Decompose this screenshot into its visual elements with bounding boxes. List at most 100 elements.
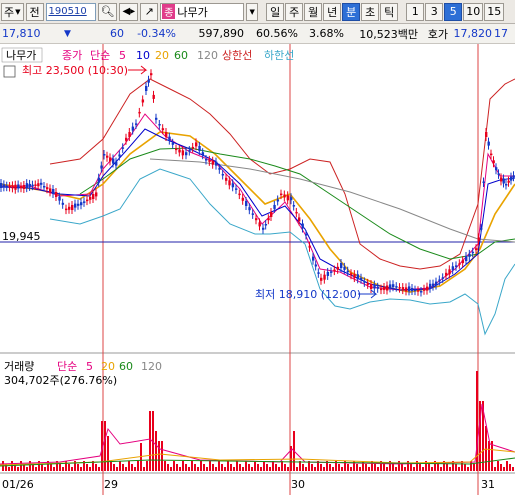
volume-bar bbox=[365, 464, 367, 471]
chart-area[interactable]: 나무가 종가 단순 5 10 20 60 120 상한선 하한선 최고 23,5… bbox=[0, 44, 515, 495]
volume-bar bbox=[218, 461, 220, 471]
candle-body bbox=[468, 253, 471, 257]
price-legend-ma-type: 단순 bbox=[90, 49, 110, 62]
volume-bar bbox=[455, 464, 457, 471]
market-select[interactable]: 주 ▼ bbox=[1, 2, 24, 21]
period-button-3[interactable]: 년 bbox=[323, 2, 342, 21]
prev-button[interactable]: 전 bbox=[25, 2, 44, 21]
interval-button-5[interactable]: 5 bbox=[444, 2, 463, 21]
volume-bar bbox=[374, 464, 376, 471]
candle-body bbox=[283, 194, 286, 198]
volume-bar bbox=[506, 461, 508, 471]
volume-bar bbox=[446, 464, 448, 471]
candle-body bbox=[350, 273, 353, 276]
period-button-6[interactable]: 틱 bbox=[380, 2, 399, 21]
interval-button-15[interactable]: 15 bbox=[484, 2, 505, 21]
period-button-2[interactable]: 월 bbox=[304, 2, 323, 21]
candle-body bbox=[175, 148, 178, 151]
volume-bar bbox=[503, 467, 505, 471]
volume-bar bbox=[350, 467, 352, 471]
volume-bar bbox=[497, 461, 499, 471]
candle-body bbox=[477, 237, 480, 242]
candle-body bbox=[492, 160, 495, 164]
volume-bar bbox=[71, 467, 73, 471]
down-arrow-icon: ▼ bbox=[64, 28, 71, 39]
candle-body bbox=[34, 184, 37, 186]
candle-body bbox=[461, 260, 465, 264]
volume-bar bbox=[347, 464, 349, 471]
candle-body bbox=[150, 73, 153, 76]
volume-bar bbox=[26, 467, 28, 471]
interval-button-10[interactable]: 10 bbox=[463, 2, 484, 21]
speaker-button[interactable]: ◀▸ bbox=[119, 2, 139, 21]
price-legend-ma20: 20 bbox=[155, 49, 169, 62]
volume-bar bbox=[314, 467, 316, 471]
volume-bar bbox=[320, 464, 322, 471]
candle-body bbox=[205, 159, 208, 161]
price-legend-name: 나무가 bbox=[6, 49, 36, 62]
period-button-1[interactable]: 주 bbox=[285, 2, 304, 21]
trade-volume: 597,890 bbox=[198, 27, 245, 40]
interval-button-1[interactable]: 1 bbox=[406, 2, 425, 21]
volume-bar bbox=[77, 464, 79, 471]
candle-body bbox=[28, 183, 31, 187]
volume-bar bbox=[17, 467, 19, 471]
candle-body bbox=[251, 213, 255, 215]
candle-body bbox=[383, 287, 386, 291]
high-price-label: 최고 23,500 (10:30) bbox=[22, 64, 128, 77]
volume-bar bbox=[428, 464, 430, 471]
volume-bar bbox=[278, 467, 280, 471]
volume-bar bbox=[62, 467, 64, 471]
candle-body bbox=[360, 277, 363, 280]
volume-bar bbox=[137, 461, 139, 471]
volume-bar bbox=[155, 431, 157, 471]
candle-body bbox=[490, 153, 493, 156]
volume-bar bbox=[221, 464, 223, 471]
volume-bar bbox=[35, 467, 37, 471]
volume-bar bbox=[311, 464, 313, 471]
volume-bar bbox=[53, 467, 55, 471]
search-button[interactable]: 🔍︎ bbox=[97, 2, 118, 21]
candle-body bbox=[248, 207, 251, 211]
volume-bar bbox=[473, 464, 475, 471]
candle-body bbox=[386, 285, 389, 291]
volume-bar bbox=[287, 467, 289, 471]
arrow-button[interactable]: ↗ bbox=[140, 2, 159, 21]
candle-body bbox=[420, 291, 423, 293]
candle-body bbox=[2, 184, 6, 188]
period-button-4[interactable]: 분 bbox=[342, 2, 361, 21]
volume-bar bbox=[356, 464, 358, 471]
volume-bar bbox=[260, 467, 262, 471]
candle-body bbox=[245, 201, 248, 206]
candle-body bbox=[138, 111, 141, 114]
period-button-5[interactable]: 초 bbox=[361, 2, 380, 21]
candle-body bbox=[221, 174, 225, 176]
volume-bar bbox=[128, 461, 130, 471]
candle-body bbox=[43, 186, 46, 188]
candle-body bbox=[401, 287, 405, 291]
volume-bar bbox=[158, 441, 160, 471]
stock-code-input[interactable]: 190510 bbox=[45, 2, 96, 21]
candle-body bbox=[145, 86, 148, 91]
candle-body bbox=[392, 284, 395, 288]
turnover-rate: 3.68% bbox=[309, 27, 344, 40]
interval-button-3[interactable]: 3 bbox=[425, 2, 444, 21]
volume-bar bbox=[68, 464, 70, 471]
candle-body bbox=[290, 197, 293, 201]
candle-body bbox=[211, 160, 215, 165]
volume-bar bbox=[122, 464, 124, 471]
candle-body bbox=[270, 212, 273, 217]
chart-svg[interactable]: 나무가 종가 단순 5 10 20 60 120 상한선 하한선 최고 23,5… bbox=[0, 44, 515, 495]
stock-name-field[interactable]: 종 나무가 bbox=[160, 2, 245, 21]
candle-body bbox=[238, 193, 241, 196]
volume-bar bbox=[170, 467, 172, 471]
candle-body bbox=[61, 202, 65, 205]
period-button-0[interactable]: 일 bbox=[266, 2, 285, 21]
volume-bar bbox=[209, 461, 211, 471]
toolbar: 주 ▼ 전 190510 🔍︎ ◀▸ ↗ 종 나무가 ▼ 일주월년분초틱 1 3 5 10… bbox=[0, 0, 515, 24]
volume-ratio: 60.56% bbox=[256, 27, 298, 40]
candle-body bbox=[487, 141, 490, 146]
name-dropdown-button[interactable]: ▼ bbox=[246, 2, 259, 21]
volume-bar bbox=[143, 467, 145, 471]
volume-bar bbox=[377, 467, 379, 471]
